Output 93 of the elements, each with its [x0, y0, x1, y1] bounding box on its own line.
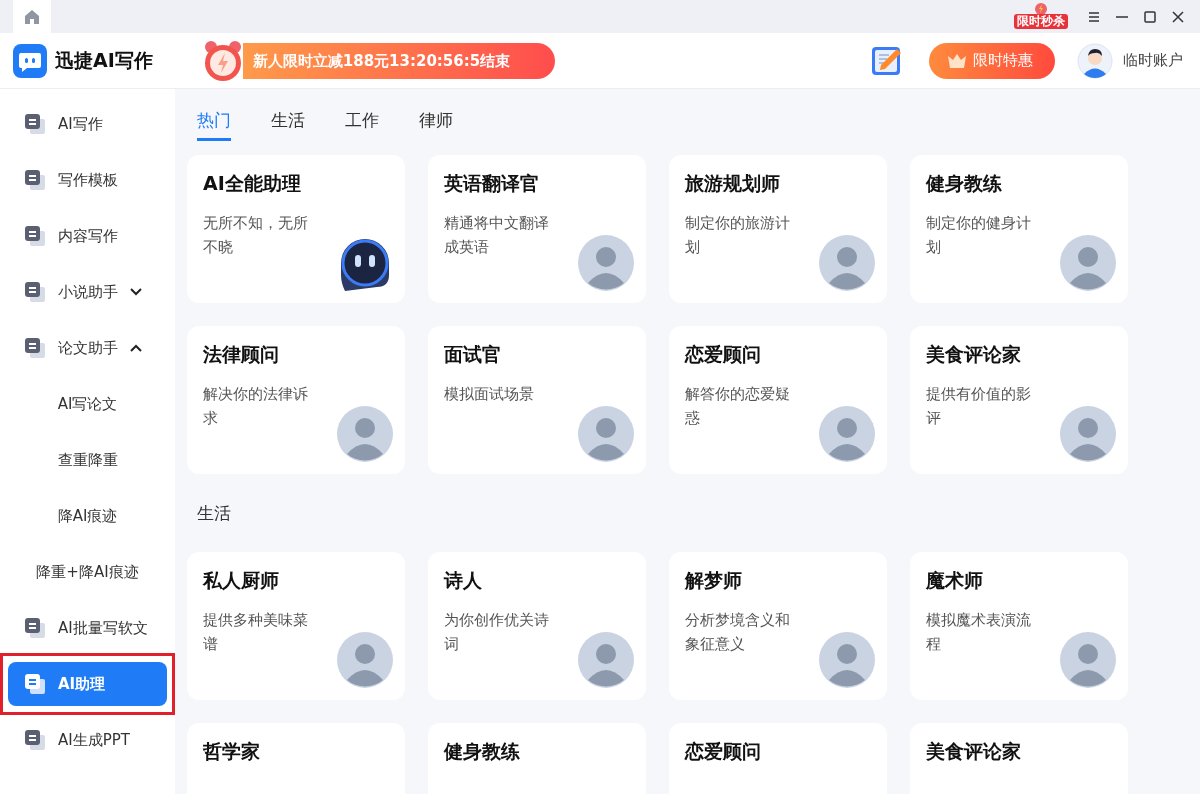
- avatar-icon: [819, 632, 875, 688]
- chevron-up-icon[interactable]: [130, 344, 142, 352]
- document-icon: [24, 337, 46, 359]
- assistant-card[interactable]: 恋爱顾问 解答你的恋爱疑惑: [669, 326, 887, 474]
- assistant-card[interactable]: 诗人 为你创作优关诗词: [428, 552, 646, 700]
- category-tab[interactable]: 生活: [271, 103, 305, 141]
- card-title: 面试官: [444, 342, 502, 367]
- card-description: 提供有价值的影评: [926, 384, 1032, 429]
- category-tab[interactable]: 工作: [345, 103, 379, 141]
- category-tab[interactable]: 律师: [419, 103, 453, 141]
- avatar-icon: [578, 632, 634, 688]
- sidebar-item[interactable]: AI助理: [8, 662, 167, 706]
- maximize-icon[interactable]: [1142, 8, 1158, 25]
- avatar-icon: [578, 406, 634, 462]
- assistant-card[interactable]: 解梦师 分析梦境含义和象征意义: [669, 552, 887, 700]
- assistant-card[interactable]: 英语翻译官 精通将中文翻译成英语: [428, 155, 646, 303]
- avatar-icon: [578, 235, 634, 291]
- card-description: 制定你的健身计划: [926, 213, 1032, 258]
- card-title: 恋爱顾问: [685, 342, 762, 367]
- card-title: 魔术师: [926, 568, 984, 593]
- card-title: 私人厨师: [203, 568, 280, 593]
- card-description: 提供多种美味菜谱: [203, 610, 309, 655]
- section-heading: 生活: [196, 502, 232, 525]
- avatar-icon: [1060, 235, 1116, 291]
- avatar-icon: [337, 632, 393, 688]
- account-name[interactable]: 临时账户: [1123, 51, 1183, 70]
- assistant-card[interactable]: 哲学家: [187, 723, 405, 794]
- chevron-down-icon[interactable]: [130, 288, 142, 296]
- sidebar-item[interactable]: 论文助手: [58, 338, 118, 358]
- assistant-card[interactable]: 面试官 模拟面试场景: [428, 326, 646, 474]
- document-icon: [24, 281, 46, 303]
- assistant-card[interactable]: 美食评论家 提供有价值的影评: [910, 326, 1128, 474]
- assistant-card[interactable]: 魔术师 模拟魔术表演流程: [910, 552, 1128, 700]
- sidebar-item[interactable]: 查重降重: [0, 432, 175, 488]
- avatar-icon: [819, 235, 875, 291]
- card-description: 为你创作优关诗词: [444, 610, 550, 655]
- card-title: 解梦师: [685, 568, 743, 593]
- sidebar-item[interactable]: AI写论文: [0, 376, 175, 432]
- alarm-clock-icon: [202, 38, 243, 83]
- document-icon: [24, 729, 46, 751]
- assistant-card[interactable]: AI全能助理 无所不知，无所不晓: [187, 155, 405, 303]
- document-icon: [24, 673, 46, 695]
- card-description: 解决你的法律诉求: [203, 384, 309, 429]
- document-icon: [24, 113, 46, 135]
- card-description: 分析梦境含义和象征意义: [685, 610, 791, 655]
- card-description: 无所不知，无所不晓: [203, 213, 309, 258]
- card-title: 诗人: [444, 568, 483, 593]
- card-title: 美食评论家: [926, 342, 1022, 367]
- sidebar-item[interactable]: 内容写作: [58, 226, 118, 246]
- flash-sale-badge[interactable]: 限时秒杀: [1014, 14, 1068, 29]
- card-title: 法律顾问: [203, 342, 280, 367]
- category-tab[interactable]: 热门: [197, 103, 231, 141]
- card-description: 模拟面试场景: [444, 384, 535, 405]
- assistant-card[interactable]: 恋爱顾问: [669, 723, 887, 794]
- avatar-icon[interactable]: [1077, 42, 1113, 79]
- sidebar-item[interactable]: AI生成PPT: [58, 730, 130, 750]
- notepad-pencil-icon[interactable]: [871, 44, 903, 77]
- card-title: 旅游规划师: [685, 171, 781, 196]
- avatar-icon: [819, 406, 875, 462]
- assistant-card[interactable]: 健身教练 制定你的健身计划: [910, 155, 1128, 303]
- card-title: 美食评论家: [926, 739, 1022, 764]
- sidebar-item[interactable]: 写作模板: [58, 170, 118, 190]
- card-title: 哲学家: [203, 739, 261, 764]
- card-description: 解答你的恋爱疑惑: [685, 384, 791, 429]
- home-icon[interactable]: [24, 8, 40, 25]
- crown-icon: [947, 52, 967, 69]
- sidebar-item[interactable]: AI写作: [58, 114, 103, 134]
- card-title: 恋爱顾问: [685, 739, 762, 764]
- close-icon[interactable]: [1170, 8, 1186, 25]
- card-title: 健身教练: [926, 171, 1003, 196]
- card-title: 英语翻译官: [444, 171, 540, 196]
- card-description: 精通将中文翻译成英语: [444, 213, 550, 258]
- assistant-card[interactable]: 私人厨师 提供多种美味菜谱: [187, 552, 405, 700]
- avatar-icon: [1060, 632, 1116, 688]
- assistant-card[interactable]: 美食评论家: [910, 723, 1128, 794]
- sidebar-item[interactable]: 降AI痕迹: [0, 488, 175, 544]
- document-icon: [24, 225, 46, 247]
- card-description: 模拟魔术表演流程: [926, 610, 1032, 655]
- avatar-icon: [337, 406, 393, 462]
- assistant-card[interactable]: 旅游规划师 制定你的旅游计划: [669, 155, 887, 303]
- app-name: 迅捷AI写作: [55, 47, 153, 73]
- sidebar-item[interactable]: AI批量写软文: [58, 618, 148, 638]
- card-description: 制定你的旅游计划: [685, 213, 791, 258]
- sidebar-item[interactable]: 小说助手: [58, 282, 118, 302]
- document-icon: [24, 617, 46, 639]
- avatar-icon: [1060, 406, 1116, 462]
- sidebar-item[interactable]: 降重+降AI痕迹: [0, 544, 175, 600]
- card-title: 健身教练: [444, 739, 521, 764]
- logo-icon: [13, 43, 47, 78]
- document-icon: [24, 169, 46, 191]
- card-title: AI全能助理: [203, 171, 302, 196]
- assistant-card[interactable]: 法律顾问 解决你的法律诉求: [187, 326, 405, 474]
- assistant-card[interactable]: 健身教练: [428, 723, 646, 794]
